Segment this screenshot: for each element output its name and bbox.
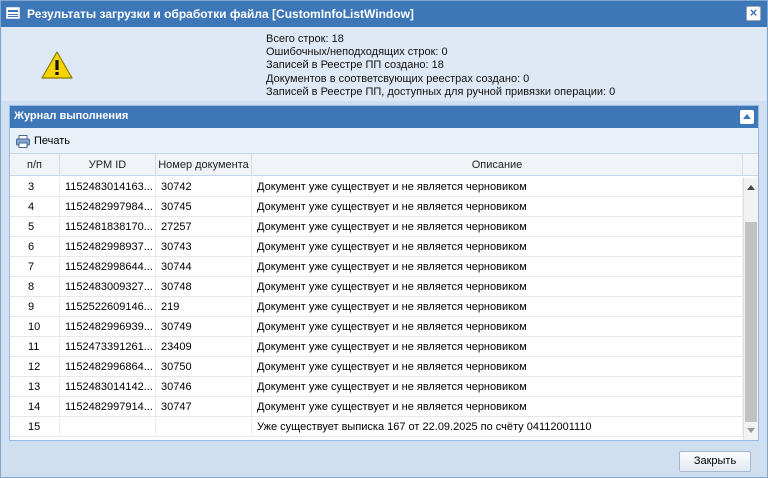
summary-line: Записей в Реестре ПП, доступных для ручн… — [266, 85, 616, 98]
journal-toolbar: Печать — [10, 128, 758, 154]
cell-doc-number: 30747 — [156, 398, 252, 417]
window-titlebar[interactable]: Результаты загрузки и обработки файла [C… — [1, 1, 767, 27]
cell-doc-number: 30745 — [156, 198, 252, 217]
scroll-up-icon[interactable] — [747, 185, 755, 190]
window-icon — [6, 7, 20, 19]
cell-urm-id: 1152482997914... — [60, 398, 156, 417]
cell-urm-id: 1152482996864... — [60, 358, 156, 377]
journal-panel: Журнал выполнения Печать п/п УРМ ID Номе… — [9, 105, 759, 441]
results-window: Результаты загрузки и обработки файла [C… — [0, 0, 768, 478]
grid-body: 3 1152483014163... 30742 Документ уже су… — [10, 178, 743, 440]
cell-urm-id: 1152483014163... — [60, 178, 156, 197]
table-row[interactable]: 15 Уже существует выписка 167 от 22.09.2… — [10, 418, 743, 437]
column-header-description[interactable]: Описание — [252, 154, 743, 176]
cell-num: 12 — [10, 358, 60, 377]
table-row[interactable]: 6 1152482998937... 30743 Документ уже су… — [10, 238, 743, 257]
cell-num: 10 — [10, 318, 60, 337]
collapse-icon[interactable] — [740, 110, 754, 124]
table-row[interactable]: 4 1152482997984... 30745 Документ уже су… — [10, 198, 743, 217]
cell-urm-id: 1152482996939... — [60, 318, 156, 337]
cell-urm-id: 1152482998644... — [60, 258, 156, 277]
printer-icon — [16, 134, 30, 148]
cell-doc-number: 23409 — [156, 338, 252, 357]
grid-header: п/п УРМ ID Номер документа Описание — [10, 154, 758, 176]
table-row[interactable]: 10 1152482996939... 30749 Документ уже с… — [10, 318, 743, 337]
cell-description: Документ уже существует и не является че… — [252, 258, 743, 277]
cell-doc-number: 30750 — [156, 358, 252, 377]
cell-num: 11 — [10, 338, 60, 357]
vertical-scrollbar[interactable] — [743, 178, 758, 440]
cell-doc-number: 30744 — [156, 258, 252, 277]
column-header-doc-number[interactable]: Номер документа — [156, 154, 252, 176]
cell-doc-number: 30749 — [156, 318, 252, 337]
journal-header: Журнал выполнения — [10, 106, 758, 128]
table-row[interactable]: 8 1152483009327... 30748 Документ уже су… — [10, 278, 743, 297]
cell-doc-number: 30743 — [156, 238, 252, 257]
window-footer: Закрыть — [2, 445, 766, 477]
cell-description: Документ уже существует и не является че… — [252, 298, 743, 317]
cell-num: 15 — [10, 418, 60, 437]
cell-urm-id: 1152481838170... — [60, 218, 156, 237]
cell-description: Документ уже существует и не является че… — [252, 278, 743, 297]
cell-description: Документ уже существует и не является че… — [252, 198, 743, 217]
close-button[interactable]: Закрыть — [679, 451, 751, 472]
table-row[interactable]: 7 1152482998644... 30744 Документ уже су… — [10, 258, 743, 277]
cell-num: 5 — [10, 218, 60, 237]
cell-doc-number: 30742 — [156, 178, 252, 197]
cell-num: 4 — [10, 198, 60, 217]
summary-line: Ошибочных/неподходящих строк: 0 — [266, 46, 448, 59]
cell-doc-number: 219 — [156, 298, 252, 317]
cell-num: 9 — [10, 298, 60, 317]
cell-description: Уже существует выписка 167 от 22.09.2025… — [252, 418, 743, 437]
cell-urm-id: 1152483009327... — [60, 278, 156, 297]
cell-urm-id — [60, 418, 156, 437]
cell-urm-id: 1152522609146... — [60, 298, 156, 317]
cell-urm-id: 1152483014142... — [60, 378, 156, 397]
print-button[interactable]: Печать — [14, 132, 74, 150]
summary-text: Всего строк: 18 Ошибочных/неподходящих с… — [266, 33, 615, 99]
warning-icon — [41, 51, 73, 79]
cell-num: 7 — [10, 258, 60, 277]
cell-description: Документ уже существует и не является че… — [252, 178, 743, 197]
cell-description: Документ уже существует и не является че… — [252, 218, 743, 237]
cell-doc-number: 30746 — [156, 378, 252, 397]
summary-area: Всего строк: 18 Ошибочных/неподходящих с… — [2, 27, 766, 101]
summary-line: Документов в соответсвующих реестрах соз… — [266, 72, 530, 85]
cell-description: Документ уже существует и не является че… — [252, 338, 743, 357]
table-row[interactable]: 3 1152483014163... 30742 Документ уже су… — [10, 178, 743, 197]
cell-urm-id: 1152482997984... — [60, 198, 156, 217]
column-header-num[interactable]: п/п — [10, 154, 60, 176]
cell-urm-id: 1152473391261... — [60, 338, 156, 357]
cell-num: 14 — [10, 398, 60, 417]
cell-description: Документ уже существует и не является че… — [252, 238, 743, 257]
scroll-down-icon[interactable] — [747, 428, 755, 433]
cell-description: Документ уже существует и не является че… — [252, 318, 743, 337]
cell-description: Документ уже существует и не является че… — [252, 358, 743, 377]
summary-line: Записей в Реестре ПП создано: 18 — [266, 59, 444, 72]
table-row[interactable]: 14 1152482997914... 30747 Документ уже с… — [10, 398, 743, 417]
journal-title: Журнал выполнения — [14, 110, 129, 122]
summary-line: Всего строк: 18 — [266, 33, 344, 45]
table-row[interactable]: 13 1152483014142... 30746 Документ уже с… — [10, 378, 743, 397]
print-label: Печать — [34, 135, 71, 147]
table-row[interactable]: 9 1152522609146... 219 Документ уже суще… — [10, 298, 743, 317]
close-icon[interactable]: × — [746, 6, 761, 21]
cell-description: Документ уже существует и не является че… — [252, 398, 743, 417]
table-row[interactable]: 11 1152473391261... 23409 Документ уже с… — [10, 338, 743, 357]
cell-doc-number — [156, 418, 252, 437]
column-header-urm-id[interactable]: УРМ ID — [60, 154, 156, 176]
cell-description: Документ уже существует и не является че… — [252, 378, 743, 397]
cell-num: 3 — [10, 178, 60, 197]
cell-num: 8 — [10, 278, 60, 297]
cell-doc-number: 27257 — [156, 218, 252, 237]
cell-doc-number: 30748 — [156, 278, 252, 297]
cell-num: 6 — [10, 238, 60, 257]
table-row[interactable]: 12 1152482996864... 30750 Документ уже с… — [10, 358, 743, 377]
scroll-thumb[interactable] — [745, 222, 757, 422]
table-row[interactable]: 5 1152481838170... 27257 Документ уже су… — [10, 218, 743, 237]
cell-urm-id: 1152482998937... — [60, 238, 156, 257]
window-title: Результаты загрузки и обработки файла [C… — [27, 7, 414, 21]
cell-num: 13 — [10, 378, 60, 397]
